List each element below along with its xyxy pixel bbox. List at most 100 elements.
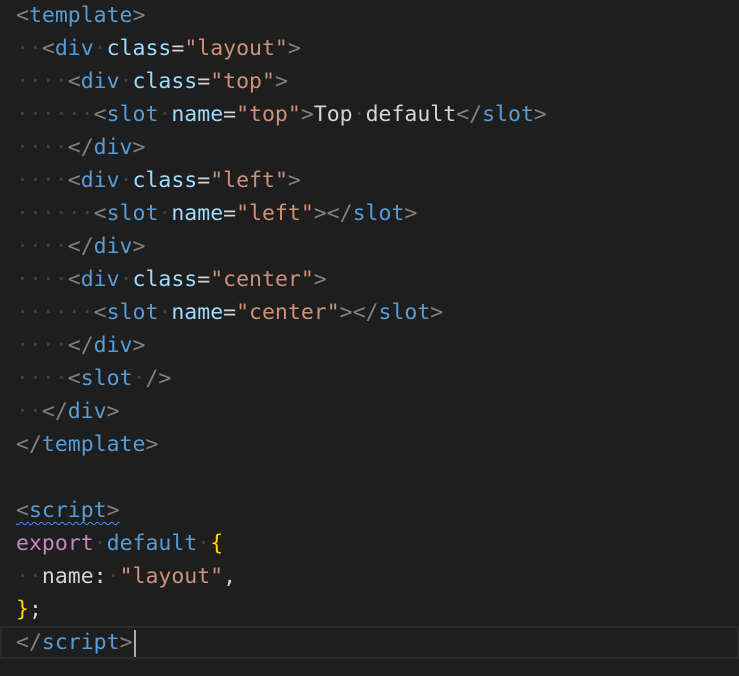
tag-name: script bbox=[41, 630, 120, 655]
whitespace-marker: ·· bbox=[16, 36, 42, 61]
tag-bracket: < bbox=[41, 36, 55, 61]
code-line[interactable]: ····<slot·/> bbox=[16, 362, 739, 395]
keyword: export bbox=[16, 531, 94, 556]
whitespace-marker: ······ bbox=[16, 102, 94, 127]
brace: } bbox=[16, 597, 29, 622]
code-line[interactable]: ····</div> bbox=[16, 230, 739, 263]
tag-bracket: < bbox=[93, 201, 107, 226]
whitespace-marker: ···· bbox=[16, 234, 68, 259]
code-line[interactable]: ····<div·class="top"> bbox=[16, 65, 739, 98]
code-line[interactable]: </template> bbox=[16, 428, 739, 461]
code-line[interactable]: ······<slot·name="left"></slot> bbox=[16, 197, 739, 230]
tag-name: slot bbox=[482, 102, 534, 127]
tag-bracket: ></ bbox=[339, 300, 379, 325]
punctuation: = bbox=[197, 168, 211, 193]
code-area[interactable]: <template> ··<div·class="layout"> ····<div… bbox=[0, 0, 739, 659]
whitespace-marker: ···· bbox=[16, 333, 68, 358]
tag-bracket: > bbox=[533, 102, 547, 127]
attribute-name: name bbox=[171, 201, 224, 226]
tag-name: slot bbox=[352, 201, 405, 226]
tag-name: slot bbox=[378, 300, 431, 325]
text-content: Top bbox=[313, 102, 353, 127]
tag-name: div bbox=[93, 234, 133, 259]
code-line[interactable]: ····<div·class="left"> bbox=[16, 164, 739, 197]
code-line[interactable]: <script> bbox=[16, 494, 739, 527]
brace: { bbox=[210, 531, 224, 556]
tag-name: div bbox=[54, 36, 94, 61]
code-line[interactable]: ··name:·"layout", bbox=[16, 560, 739, 593]
tag-bracket: </ bbox=[67, 333, 94, 358]
tag-name: slot bbox=[106, 102, 159, 127]
string-literal: "left" bbox=[236, 201, 314, 226]
code-line[interactable]: }; bbox=[16, 593, 739, 626]
whitespace-marker: · bbox=[119, 168, 133, 193]
tag-name: slot bbox=[80, 366, 133, 391]
tag-bracket: < bbox=[67, 69, 81, 94]
code-line[interactable]: ····<div·class="center"> bbox=[16, 263, 739, 296]
tag-bracket: </ bbox=[16, 432, 42, 457]
whitespace-marker: · bbox=[158, 300, 172, 325]
tag-name: slot bbox=[106, 300, 159, 325]
tag-bracket: > bbox=[132, 333, 146, 358]
text-cursor bbox=[133, 629, 136, 657]
whitespace-marker: · bbox=[106, 564, 120, 589]
string-literal: "center" bbox=[210, 267, 314, 292]
tag-name: div bbox=[67, 399, 107, 424]
string-literal: "center" bbox=[236, 300, 340, 325]
text-content: default bbox=[365, 102, 457, 127]
code-line[interactable]: <template> bbox=[16, 0, 739, 32]
code-line[interactable]: ··</div> bbox=[16, 395, 739, 428]
whitespace-marker: · bbox=[93, 36, 107, 61]
string-literal: "top" bbox=[236, 102, 301, 127]
whitespace-marker: ···· bbox=[16, 69, 68, 94]
tag-name: div bbox=[93, 333, 133, 358]
attribute-name: name bbox=[171, 102, 224, 127]
whitespace-marker: · bbox=[158, 201, 172, 226]
attribute-name: class bbox=[132, 168, 198, 193]
punctuation: , bbox=[223, 564, 237, 589]
tag-bracket: < bbox=[67, 267, 81, 292]
whitespace-marker: ···· bbox=[16, 135, 68, 160]
tag-bracket: /> bbox=[145, 366, 172, 391]
property-name: name bbox=[41, 564, 94, 589]
attribute-name: class bbox=[132, 69, 198, 94]
tag-bracket: </ bbox=[41, 399, 68, 424]
code-line[interactable]: </script> bbox=[0, 626, 739, 659]
code-line[interactable]: ······<slot·name="center"></slot> bbox=[16, 296, 739, 329]
tag-bracket: > bbox=[300, 102, 314, 127]
code-line[interactable]: ······<slot·name="top">Top·default</slot… bbox=[16, 98, 739, 131]
tag-bracket: </ bbox=[16, 630, 42, 655]
string-literal: "layout" bbox=[184, 36, 288, 61]
whitespace-marker: · bbox=[352, 102, 366, 127]
punctuation: : bbox=[93, 564, 107, 589]
code-line[interactable]: ····</div> bbox=[16, 131, 739, 164]
tag-bracket: > bbox=[313, 267, 327, 292]
tag-bracket: < bbox=[67, 168, 81, 193]
tag-bracket: < bbox=[93, 102, 107, 127]
tag-bracket: </ bbox=[456, 102, 483, 127]
tag-name: template bbox=[28, 3, 133, 28]
code-editor[interactable]: <template> ··<div·class="layout"> ····<div… bbox=[0, 0, 739, 676]
tag-name: template bbox=[41, 432, 146, 457]
tag-name: div bbox=[80, 267, 120, 292]
tag-bracket: > bbox=[119, 630, 133, 655]
whitespace-marker: ······ bbox=[16, 300, 94, 325]
tag-bracket: ></ bbox=[313, 201, 353, 226]
code-line[interactable]: export·default·{ bbox=[16, 527, 739, 560]
tag-bracket: > bbox=[430, 300, 444, 325]
whitespace-marker: ·· bbox=[16, 564, 42, 589]
whitespace-marker: ···· bbox=[16, 366, 68, 391]
tag-bracket: < bbox=[16, 498, 29, 523]
whitespace-marker: · bbox=[197, 531, 211, 556]
tag-name: div bbox=[80, 69, 120, 94]
code-line[interactable]: ····</div> bbox=[16, 329, 739, 362]
attribute-name: class bbox=[106, 36, 172, 61]
code-line[interactable] bbox=[16, 461, 739, 494]
whitespace-marker: ······ bbox=[16, 201, 94, 226]
punctuation: ; bbox=[28, 597, 42, 622]
code-line[interactable]: ··<div·class="layout"> bbox=[16, 32, 739, 65]
whitespace-marker: · bbox=[119, 69, 133, 94]
whitespace-marker: ···· bbox=[16, 267, 68, 292]
punctuation: = bbox=[223, 300, 237, 325]
tag-bracket: </ bbox=[67, 234, 94, 259]
